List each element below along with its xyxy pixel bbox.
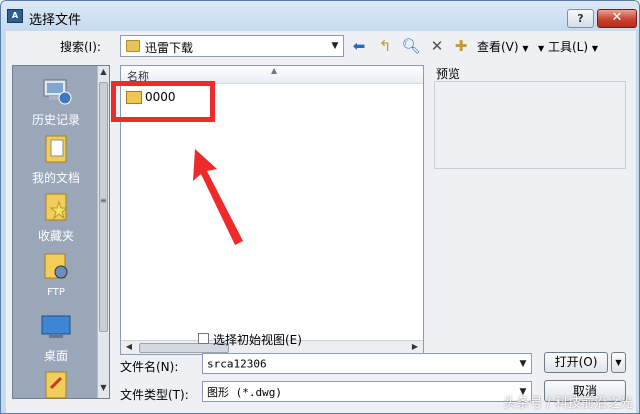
window-title: 选择文件 xyxy=(29,13,82,28)
close-button[interactable]: ✕ xyxy=(597,9,637,28)
filename-input[interactable]: srca12306 ▼ xyxy=(202,353,532,374)
chevron-down-icon: ▼ xyxy=(591,44,599,53)
view-label: 查看(V) xyxy=(477,40,519,54)
places-scrollbar[interactable]: ▲ ≡ ▼ xyxy=(97,66,109,398)
preview-frame xyxy=(434,81,626,169)
location-value: 迅雷下载 xyxy=(145,41,194,55)
tools-menu[interactable]: ▼ 工具(L) ▼ xyxy=(538,38,598,55)
place-more[interactable] xyxy=(13,368,99,403)
scroll-thumb[interactable] xyxy=(99,82,108,332)
initial-view-label: 选择初始视图(E) xyxy=(213,333,302,347)
sort-indicator-icon: ▲ xyxy=(271,66,278,75)
watermark: 头条号 / 科技前沿之光 xyxy=(503,396,633,411)
favorites-folder-icon xyxy=(45,193,69,221)
view-menu[interactable]: 查看(V) ▼ xyxy=(477,38,529,55)
location-combo[interactable]: 迅雷下载 ▼ xyxy=(120,35,344,57)
help-button[interactable]: ? xyxy=(567,9,594,28)
place-desktop[interactable]: 桌面 xyxy=(13,310,99,364)
autocad-app-icon: A xyxy=(7,9,23,23)
file-dialog-window: A 选择文件 ? ✕ 搜索(I): 迅雷下载 ▼ ⬅ ↰ 🔍︎ ✕ ✚ 查看(V… xyxy=(0,0,640,414)
search-label: 搜索(I): xyxy=(60,40,101,54)
places-sidebar: 历史记录 我的文档 收藏夹 FTP 桌面 ▲ ≡ ▼ xyxy=(12,65,110,399)
title-bar[interactable]: A 选择文件 ? ✕ xyxy=(1,1,639,31)
history-icon xyxy=(43,79,72,105)
open-options-button[interactable]: ▼ xyxy=(611,352,626,373)
delete-icon[interactable]: ✕ xyxy=(428,37,446,55)
back-arrow-icon[interactable]: ⬅ xyxy=(350,37,368,55)
place-my-documents[interactable]: 我的文档 xyxy=(13,132,99,186)
place-favorites[interactable]: 收藏夹 xyxy=(13,190,99,244)
initial-view-checkbox[interactable] xyxy=(198,333,209,344)
place-ftp[interactable]: FTP xyxy=(13,250,99,298)
filetype-label: 文件类型(T): xyxy=(120,388,189,402)
scroll-right-icon[interactable]: ▶ xyxy=(409,342,421,351)
search-web-icon[interactable]: 🔍︎ xyxy=(401,37,420,55)
grip-icon: ≡ xyxy=(100,196,107,205)
chevron-down-icon: ▼ xyxy=(538,44,545,53)
filename-label: 文件名(N): xyxy=(120,360,179,374)
place-label: 收藏夹 xyxy=(37,229,74,243)
desktop-icon xyxy=(41,315,71,338)
up-folder-icon[interactable]: ↰ xyxy=(376,37,394,55)
place-history[interactable]: 历史记录 xyxy=(13,74,99,128)
folder-icon xyxy=(45,371,67,399)
open-button[interactable]: 打开(O) xyxy=(544,352,608,373)
preview-panel: 预览 xyxy=(434,65,626,169)
tools-label: 工具(L) xyxy=(547,40,589,54)
dialog-content: 搜索(I): 迅雷下载 ▼ ⬅ ↰ 🔍︎ ✕ ✚ 查看(V) ▼ ▼ 工具(L)… xyxy=(6,31,636,413)
scroll-up-icon[interactable]: ▲ xyxy=(98,67,109,81)
chevron-down-icon: ▼ xyxy=(522,44,529,53)
scroll-left-icon[interactable]: ◀ xyxy=(123,342,135,351)
filetype-select[interactable]: 图形 (*.dwg) ▼ xyxy=(202,381,532,402)
place-label: 历史记录 xyxy=(31,113,80,127)
new-folder-icon[interactable]: ✚ xyxy=(452,37,470,55)
scroll-down-icon[interactable]: ▼ xyxy=(98,383,109,397)
preview-label: 预览 xyxy=(436,67,461,81)
chevron-down-icon[interactable]: ▼ xyxy=(327,36,343,56)
documents-folder-icon xyxy=(45,135,67,163)
annotation-arrow xyxy=(193,149,243,245)
chevron-down-icon: ▼ xyxy=(615,358,622,367)
filetype-value: 图形 (*.dwg) xyxy=(207,385,282,399)
filename-value: srca12306 xyxy=(207,357,267,370)
place-label: 桌面 xyxy=(43,349,68,363)
ftp-icon xyxy=(44,253,68,279)
place-label: 我的文档 xyxy=(31,171,80,185)
highlight-box xyxy=(111,81,215,122)
folder-icon xyxy=(126,40,140,52)
place-label: FTP xyxy=(47,287,65,298)
chevron-down-icon[interactable]: ▼ xyxy=(515,354,531,373)
